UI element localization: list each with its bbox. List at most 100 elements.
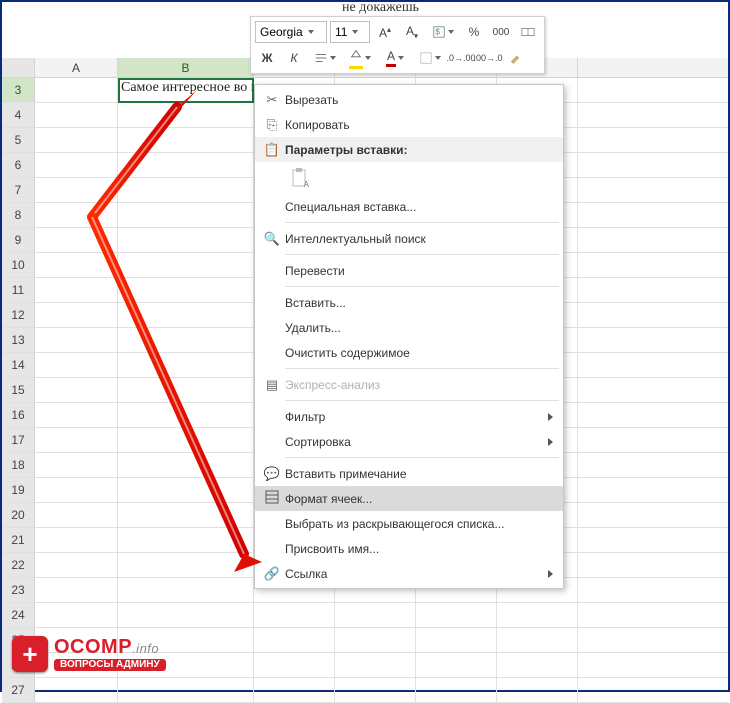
menu-insert[interactable]: Вставить... xyxy=(255,290,563,315)
menu-copy[interactable]: ⎘ Копировать xyxy=(255,112,563,137)
row-header[interactable]: 5 xyxy=(2,128,35,152)
merge-icon xyxy=(521,25,535,39)
row-header[interactable]: 11 xyxy=(2,278,35,302)
row-header[interactable]: 21 xyxy=(2,528,35,552)
link-icon: 🔗 xyxy=(259,566,285,582)
percent-button[interactable]: % xyxy=(462,21,486,43)
chevron-down-icon xyxy=(352,30,358,34)
menu-delete[interactable]: Удалить... xyxy=(255,315,563,340)
decrease-font-icon: A▾ xyxy=(406,24,418,40)
increase-font-button[interactable]: A▴ xyxy=(373,21,397,43)
format-painter-button[interactable] xyxy=(516,21,540,43)
align-button[interactable] xyxy=(309,47,341,69)
font-name-value: Georgia xyxy=(260,25,303,39)
row-header[interactable]: 16 xyxy=(2,403,35,427)
menu-cut[interactable]: ✂ Вырезать xyxy=(255,87,563,112)
menu-paste-special[interactable]: Специальная вставка... xyxy=(255,194,563,219)
row-header[interactable]: 19 xyxy=(2,478,35,502)
logo-main-text: OCOMP.info xyxy=(54,637,166,657)
row-header[interactable]: 12 xyxy=(2,303,35,327)
row-header[interactable]: 22 xyxy=(2,553,35,577)
quick-analysis-icon: ▤ xyxy=(259,377,285,393)
fill-color-icon xyxy=(349,48,363,69)
row-header[interactable]: 6 xyxy=(2,153,35,177)
magnifier-icon: 🔍 xyxy=(259,231,285,247)
row-header[interactable]: 27 xyxy=(2,678,35,702)
watermark-logo: + OCOMP.info ВОПРОСЫ АДМИНУ xyxy=(12,636,166,672)
separator xyxy=(285,368,559,369)
separator xyxy=(285,286,559,287)
row-header[interactable]: 18 xyxy=(2,453,35,477)
increase-font-icon: A▴ xyxy=(379,25,391,40)
align-icon xyxy=(314,51,328,65)
select-all-corner[interactable] xyxy=(2,58,35,77)
accounting-icon: $ xyxy=(432,25,446,39)
menu-filter[interactable]: Фильтр xyxy=(255,404,563,429)
format-painter-button[interactable] xyxy=(503,47,527,69)
menu-format-cells[interactable]: Формат ячеек... xyxy=(255,486,563,511)
copy-icon: ⎘ xyxy=(259,117,285,133)
menu-quick-analysis: ▤ Экспресс-анализ xyxy=(255,372,563,397)
row-header[interactable]: 24 xyxy=(2,603,35,627)
percent-icon: % xyxy=(469,25,480,39)
paste-keep-source-button[interactable]: A xyxy=(285,165,313,191)
row-header[interactable]: 9 xyxy=(2,228,35,252)
increase-decimal-button[interactable]: .0→.00 xyxy=(449,47,473,69)
font-name-select[interactable]: Georgia xyxy=(255,21,327,43)
increase-decimal-icon: .0→.00 xyxy=(446,53,475,63)
chevron-down-icon xyxy=(308,30,314,34)
menu-sort[interactable]: Сортировка xyxy=(255,429,563,454)
font-size-value: 11 xyxy=(335,25,347,39)
row-header[interactable]: 13 xyxy=(2,328,35,352)
logo-subtitle: ВОПРОСЫ АДМИНУ xyxy=(54,659,166,671)
menu-smart-lookup[interactable]: 🔍 Интеллектуальный поиск xyxy=(255,226,563,251)
comma-style-button[interactable]: 000 xyxy=(489,21,513,43)
svg-text:$: $ xyxy=(436,28,441,37)
borders-icon xyxy=(419,51,433,65)
decrease-decimal-button[interactable]: .00→.0 xyxy=(476,47,500,69)
comma-icon: 000 xyxy=(493,27,510,38)
italic-button[interactable]: К xyxy=(282,47,306,69)
font-color-button[interactable]: A xyxy=(379,47,411,69)
menu-insert-comment[interactable]: 💬 Вставить примечание xyxy=(255,461,563,486)
menu-define-name[interactable]: Присвоить имя... xyxy=(255,536,563,561)
row-header[interactable]: 17 xyxy=(2,428,35,452)
font-size-select[interactable]: 11 xyxy=(330,21,370,43)
row-header[interactable]: 8 xyxy=(2,203,35,227)
row-header[interactable]: 15 xyxy=(2,378,35,402)
menu-clear-contents[interactable]: Очистить содержимое xyxy=(255,340,563,365)
chevron-right-icon xyxy=(548,570,553,578)
menu-paste-options-header: 📋 Параметры вставки: xyxy=(255,137,563,162)
row-header[interactable]: 23 xyxy=(2,578,35,602)
menu-translate[interactable]: Перевести xyxy=(255,258,563,283)
menu-hyperlink[interactable]: 🔗 Ссылка xyxy=(255,561,563,586)
row-header[interactable]: 7 xyxy=(2,178,35,202)
col-header-A[interactable]: A xyxy=(35,58,118,77)
decrease-decimal-icon: .00→.0 xyxy=(473,53,502,63)
col-header-B[interactable]: B xyxy=(118,58,254,77)
row-header[interactable]: 14 xyxy=(2,353,35,377)
brush-icon xyxy=(508,51,522,65)
separator xyxy=(285,254,559,255)
truncated-text-above: не докажешь xyxy=(342,0,419,16)
comment-icon: 💬 xyxy=(259,466,285,482)
row-header[interactable]: 3 xyxy=(2,78,35,102)
chevron-down-icon xyxy=(398,56,404,60)
chevron-down-icon xyxy=(448,30,454,34)
context-menu: ✂ Вырезать ⎘ Копировать 📋 Параметры вста… xyxy=(254,84,564,589)
accounting-format-button[interactable]: $ xyxy=(427,21,459,43)
row-header[interactable]: 20 xyxy=(2,503,35,527)
chevron-down-icon xyxy=(435,56,441,60)
row-header[interactable]: 4 xyxy=(2,103,35,127)
font-color-icon: A xyxy=(386,49,396,67)
row-header[interactable]: 10 xyxy=(2,253,35,277)
decrease-font-button[interactable]: A▾ xyxy=(400,21,424,43)
menu-pick-from-list[interactable]: Выбрать из раскрывающегося списка... xyxy=(255,511,563,536)
chevron-right-icon xyxy=(548,413,553,421)
bold-button[interactable]: Ж xyxy=(255,47,279,69)
fill-color-button[interactable] xyxy=(344,47,376,69)
borders-button[interactable] xyxy=(414,47,446,69)
paste-options-row: A xyxy=(255,162,563,194)
format-cells-icon xyxy=(259,490,285,507)
separator xyxy=(285,457,559,458)
